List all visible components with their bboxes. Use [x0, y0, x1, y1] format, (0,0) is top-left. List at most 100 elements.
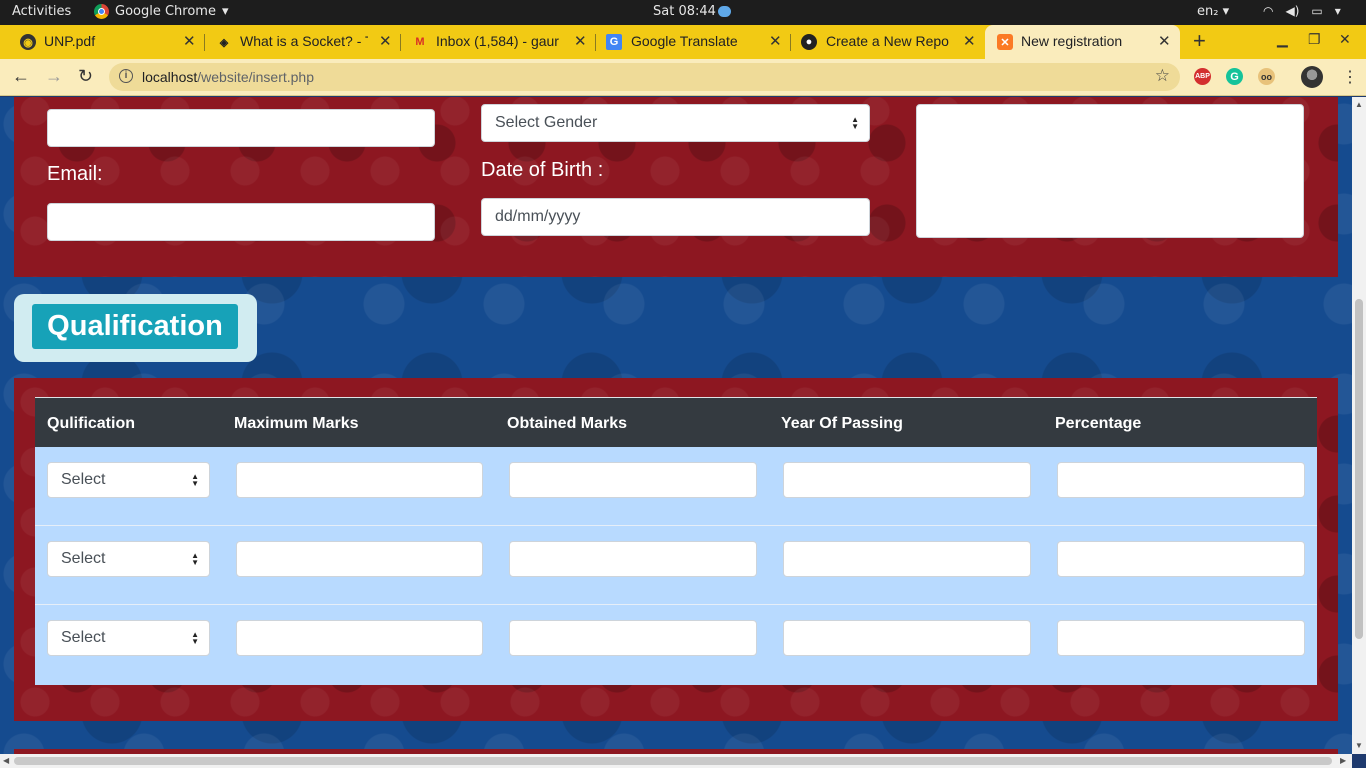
name-input[interactable]	[47, 109, 435, 147]
maximum-marks-input[interactable]	[236, 541, 483, 577]
select-caret-icon: ▲ ▼	[851, 115, 859, 131]
adblock-icon[interactable]: ABP	[1194, 68, 1211, 85]
new-tab-button[interactable]: +	[1193, 28, 1206, 54]
input-language[interactable]: en₂ ▾	[1197, 4, 1229, 19]
scrollbar-thumb[interactable]	[14, 757, 1332, 765]
battery-icon: ▭	[1311, 4, 1323, 18]
reload-icon[interactable]: ↻	[78, 66, 93, 87]
forward-icon[interactable]: →	[45, 66, 63, 87]
scrollbar-thumb[interactable]	[1355, 299, 1363, 639]
tab-title: What is a Socket? - T	[240, 33, 368, 49]
chrome-icon	[94, 4, 109, 19]
back-icon[interactable]: ←	[12, 66, 30, 87]
tab-gmail[interactable]: M Inbox (1,584) - gaur ✕	[401, 25, 596, 59]
notification-icon	[717, 6, 731, 17]
table-row: Select ▲ ▼	[35, 447, 1317, 526]
qualification-select[interactable]: Select ▲ ▼	[47, 620, 210, 656]
info-icon[interactable]: i	[119, 69, 133, 83]
app-name: Google Chrome	[115, 4, 216, 19]
url-text[interactable]: localhost/website/insert.php	[142, 69, 314, 85]
table-row: Select ▲ ▼	[35, 605, 1317, 684]
url-host: localhost	[142, 69, 198, 85]
percentage-input[interactable]	[1057, 620, 1305, 656]
scroll-up-icon[interactable]: ▲	[1355, 100, 1363, 109]
dob-input[interactable]: dd/mm/yyyy	[481, 198, 870, 236]
year-of-passing-input[interactable]	[783, 541, 1031, 577]
close-icon[interactable]: ✕	[574, 32, 587, 50]
activities-button[interactable]: Activities	[12, 4, 71, 19]
column-header-qualification: Qulification	[47, 415, 135, 432]
percentage-input[interactable]	[1057, 462, 1305, 498]
tab-title: Google Translate	[631, 33, 738, 49]
app-menu[interactable]: Google Chrome ▾	[94, 4, 229, 19]
tab-title: Create a New Repo	[826, 33, 949, 49]
column-header-year-of-passing: Year Of Passing	[781, 415, 903, 432]
column-header-maximum-marks: Maximum Marks	[234, 415, 359, 432]
email-input[interactable]	[47, 203, 435, 241]
qualification-select[interactable]: Select ▲ ▼	[47, 462, 210, 498]
email-label: Email:	[47, 163, 103, 185]
horizontal-scrollbar[interactable]: ◀ ▶	[0, 754, 1352, 768]
page-viewport: Email: Select Gender ▲ ▼ Date of Birth : …	[0, 97, 1352, 754]
obtained-marks-input[interactable]	[509, 620, 757, 656]
obtained-marks-input[interactable]	[509, 462, 757, 498]
url-path: /website/insert.php	[197, 69, 314, 85]
select-caret-icon: ▲ ▼	[191, 630, 199, 646]
year-of-passing-input[interactable]	[783, 620, 1031, 656]
tab-google-translate[interactable]: G Google Translate ✕	[596, 25, 791, 59]
scroll-right-icon[interactable]: ▶	[1340, 756, 1346, 765]
close-window-icon[interactable]: ✕	[1339, 31, 1351, 48]
close-icon[interactable]: ✕	[769, 32, 782, 50]
minimize-icon[interactable]: ▁	[1277, 31, 1288, 48]
tab-socket[interactable]: ◈ What is a Socket? - T ✕	[205, 25, 401, 59]
menu-kebab-icon[interactable]: ⋮	[1342, 67, 1358, 87]
system-top-bar: Activities Google Chrome ▾ Sat 08:44 en₂…	[0, 0, 1366, 25]
dob-placeholder: dd/mm/yyyy	[495, 208, 581, 225]
gender-select-value: Select Gender	[495, 114, 598, 131]
extension-icon[interactable]: oo	[1258, 68, 1275, 85]
tab-strip: ◉ UNP.pdf ✕ ◈ What is a Socket? - T ✕ M …	[0, 25, 1366, 59]
tab-title: New registration	[1021, 33, 1123, 49]
clock[interactable]: Sat 08:44	[653, 4, 731, 19]
pdf-favicon: ◉	[20, 34, 36, 50]
close-icon[interactable]: ✕	[183, 32, 196, 50]
maximum-marks-input[interactable]	[236, 462, 483, 498]
adblock-text: ABP	[1195, 73, 1210, 80]
profile-avatar[interactable]	[1301, 66, 1323, 88]
address-textarea[interactable]	[916, 104, 1304, 238]
tab-github[interactable]: ● Create a New Repo ✕	[791, 25, 985, 59]
select-caret-icon: ▲ ▼	[191, 551, 199, 567]
input-language-text: en₂	[1197, 4, 1219, 19]
grammarly-text: G	[1230, 70, 1239, 83]
tab-title: UNP.pdf	[44, 33, 96, 49]
qualification-table-header: Qulification Maximum Marks Obtained Mark…	[35, 397, 1317, 447]
qualification-select[interactable]: Select ▲ ▼	[47, 541, 210, 577]
year-of-passing-input[interactable]	[783, 462, 1031, 498]
scroll-down-icon[interactable]: ▼	[1355, 741, 1363, 750]
bookmark-star-icon[interactable]: ☆	[1155, 66, 1170, 86]
tab-unp-pdf[interactable]: ◉ UNP.pdf ✕	[0, 25, 205, 59]
xampp-favicon: ✕	[997, 34, 1013, 50]
qualification-select-value: Select	[61, 629, 106, 646]
maximum-marks-input[interactable]	[236, 620, 483, 656]
close-icon[interactable]: ✕	[1158, 32, 1171, 50]
table-row: Select ▲ ▼	[35, 526, 1317, 605]
gender-select[interactable]: Select Gender ▲ ▼	[481, 104, 870, 142]
obtained-marks-input[interactable]	[509, 541, 757, 577]
column-header-percentage: Percentage	[1055, 415, 1142, 432]
grammarly-icon[interactable]: G	[1226, 68, 1243, 85]
volume-icon: ◀)	[1285, 4, 1300, 18]
browser-toolbar: ← → ↻ i localhost/website/insert.php ☆ A…	[0, 59, 1366, 96]
percentage-input[interactable]	[1057, 541, 1305, 577]
column-header-obtained-marks: Obtained Marks	[507, 415, 628, 432]
scroll-left-icon[interactable]: ◀	[3, 756, 9, 765]
close-icon[interactable]: ✕	[379, 32, 392, 50]
address-bar[interactable]: i localhost/website/insert.php ☆	[109, 63, 1180, 91]
close-icon[interactable]: ✕	[963, 32, 976, 50]
socket-favicon: ◈	[219, 36, 229, 49]
restore-icon[interactable]: ❐	[1308, 31, 1321, 48]
system-tray[interactable]: ◠ ◀) ▭ ▾	[1263, 4, 1341, 18]
vertical-scrollbar[interactable]: ▲ ▼	[1352, 97, 1366, 754]
tab-new-registration[interactable]: ✕ New registration ✕	[985, 25, 1180, 59]
select-caret-icon: ▲ ▼	[191, 472, 199, 488]
